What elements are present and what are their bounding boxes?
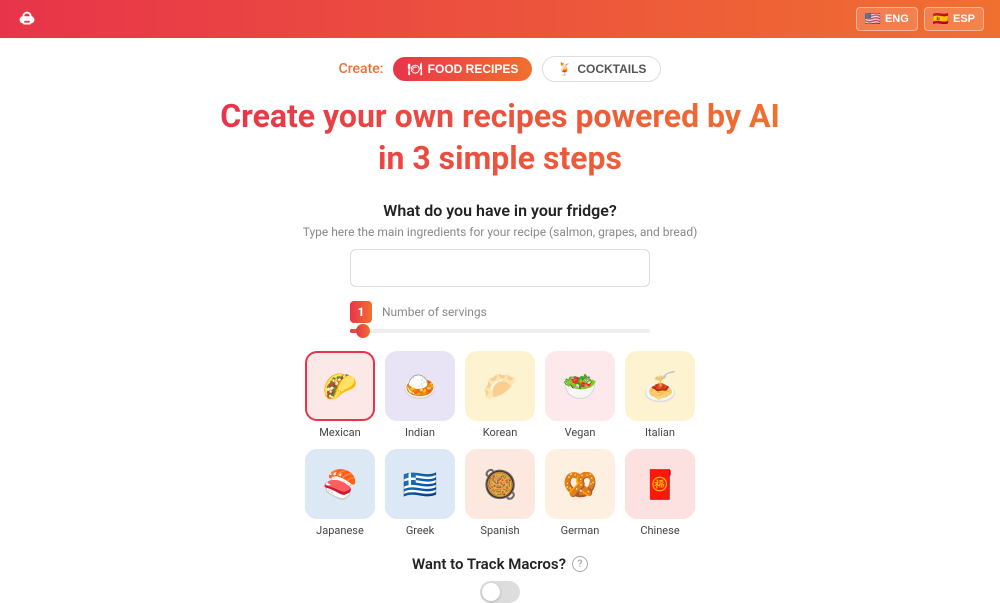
lang-eng-button[interactable]: 🇺🇸 ENG [856, 7, 918, 31]
servings-container: 1 Number of servings [350, 301, 650, 333]
korean-icon: 🥟 [483, 370, 518, 403]
cuisine-italian[interactable]: 🍝 Italian [625, 351, 695, 439]
chef-hat-icon [16, 8, 38, 30]
macros-title: Want to Track Macros? ? [412, 555, 588, 573]
cocktails-button[interactable]: 🍹 COCKTAILS [542, 56, 661, 82]
cuisine-card-italian[interactable]: 🍝 [625, 351, 695, 421]
cuisine-label-greek: Greek [406, 524, 434, 537]
cuisine-card-vegan[interactable]: 🥗 [545, 351, 615, 421]
hero-title-line2: in 3 simple steps [378, 139, 622, 177]
cuisine-card-chinese[interactable]: 🧧 [625, 449, 695, 519]
cuisine-label-japanese: Japanese [316, 524, 364, 537]
cuisine-card-mexican[interactable]: 🌮 [305, 351, 375, 421]
indian-icon: 🍛 [403, 370, 438, 403]
servings-slider-track[interactable] [350, 329, 650, 333]
cuisine-row-1: 🌮 Mexican 🍛 Indian 🥟 Korean 🥗 [305, 351, 695, 439]
main-content: Create: 🍽 FOOD RECIPES 🍹 COCKTAILS Creat… [0, 38, 1000, 603]
info-icon: ? [578, 559, 583, 570]
macros-toggle[interactable] [480, 581, 520, 603]
macros-section: Want to Track Macros? ? [412, 555, 588, 603]
create-bar: Create: 🍽 FOOD RECIPES 🍹 COCKTAILS [339, 56, 662, 82]
cuisine-label-mexican: Mexican [319, 426, 360, 439]
fridge-input[interactable] [350, 249, 650, 287]
cuisine-row-2: 🍣 Japanese 🇬🇷 Greek 🥘 Spanish 🥨 [305, 449, 695, 537]
fridge-subtitle: Type here the main ingredients for your … [303, 225, 698, 239]
cuisine-mexican[interactable]: 🌮 Mexican [305, 351, 375, 439]
us-flag-icon: 🇺🇸 [865, 11, 881, 27]
hero-title-line1: Create your own recipes powered by AI [220, 97, 780, 135]
es-flag-icon: 🇪🇸 [933, 11, 949, 27]
create-label: Create: [339, 61, 384, 77]
servings-label: Number of servings [382, 305, 487, 319]
cuisine-card-korean[interactable]: 🥟 [465, 351, 535, 421]
cuisine-label-vegan: Vegan [565, 426, 596, 439]
food-recipes-button[interactable]: 🍽 FOOD RECIPES [393, 57, 532, 81]
cuisine-label-german: German [561, 524, 600, 537]
food-icon: 🍽 [407, 62, 422, 76]
cocktail-icon: 🍹 [557, 62, 572, 76]
cuisine-german[interactable]: 🥨 German [545, 449, 615, 537]
cuisine-grid: 🌮 Mexican 🍛 Indian 🥟 Korean 🥗 [305, 351, 695, 537]
cuisine-label-chinese: Chinese [640, 524, 679, 537]
german-icon: 🥨 [563, 468, 598, 501]
cuisine-card-japanese[interactable]: 🍣 [305, 449, 375, 519]
eng-label: ENG [885, 13, 909, 25]
macros-title-text: Want to Track Macros? [412, 555, 566, 573]
cuisine-label-spanish: Spanish [480, 524, 519, 537]
header: 🇺🇸 ENG 🇪🇸 ESP [0, 0, 1000, 38]
servings-header: 1 Number of servings [350, 301, 650, 323]
vegan-icon: 🥗 [563, 370, 598, 403]
servings-number: 1 [350, 301, 372, 323]
logo [16, 8, 38, 30]
cuisine-chinese[interactable]: 🧧 Chinese [625, 449, 695, 537]
cuisine-vegan[interactable]: 🥗 Vegan [545, 351, 615, 439]
cuisine-label-korean: Korean [483, 426, 518, 439]
cuisine-greek[interactable]: 🇬🇷 Greek [385, 449, 455, 537]
slider-thumb [356, 324, 370, 338]
hero-title: Create your own recipes powered by AI in… [220, 96, 780, 179]
lang-esp-button[interactable]: 🇪🇸 ESP [924, 7, 984, 31]
japanese-icon: 🍣 [323, 468, 358, 501]
cuisine-korean[interactable]: 🥟 Korean [465, 351, 535, 439]
food-recipes-label: FOOD RECIPES [428, 62, 519, 76]
cocktails-label: COCKTAILS [577, 62, 646, 76]
chinese-icon: 🧧 [643, 468, 678, 501]
mexican-icon: 🌮 [323, 370, 358, 403]
cuisine-japanese[interactable]: 🍣 Japanese [305, 449, 375, 537]
macros-info-button[interactable]: ? [572, 556, 588, 572]
cuisine-spanish[interactable]: 🥘 Spanish [465, 449, 535, 537]
cuisine-label-italian: Italian [645, 426, 675, 439]
spanish-icon: 🥘 [483, 468, 518, 501]
esp-label: ESP [953, 13, 975, 25]
cuisine-card-greek[interactable]: 🇬🇷 [385, 449, 455, 519]
cuisine-card-german[interactable]: 🥨 [545, 449, 615, 519]
greek-icon: 🇬🇷 [403, 468, 438, 501]
cuisine-indian[interactable]: 🍛 Indian [385, 351, 455, 439]
language-switcher: 🇺🇸 ENG 🇪🇸 ESP [856, 7, 984, 31]
toggle-knob [482, 583, 500, 601]
italian-icon: 🍝 [643, 370, 678, 403]
cuisine-label-indian: Indian [405, 426, 435, 439]
cuisine-card-spanish[interactable]: 🥘 [465, 449, 535, 519]
cuisine-card-indian[interactable]: 🍛 [385, 351, 455, 421]
fridge-title: What do you have in your fridge? [383, 201, 616, 220]
